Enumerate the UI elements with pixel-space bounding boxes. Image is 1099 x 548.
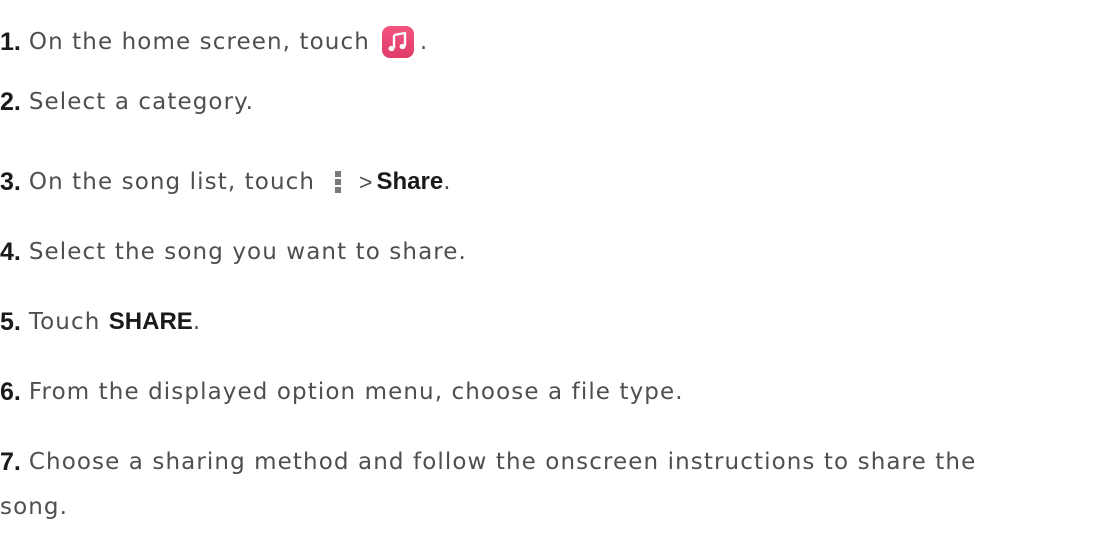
step-number: 1.	[0, 27, 21, 56]
step-text: On the home screen, touch	[28, 29, 370, 55]
step-period: .	[443, 169, 452, 195]
step-number: 5.	[0, 307, 21, 336]
more-menu-icon	[335, 171, 342, 193]
step-6: 6. From the displayed option menu, choos…	[0, 372, 684, 412]
step-text: From the displayed option menu, choose a…	[28, 379, 684, 405]
step-2: 2. Select a category.	[0, 82, 254, 122]
step-number: 4.	[0, 237, 21, 266]
share-menu-label: Share	[376, 168, 444, 195]
step-text: Choose a sharing method and follow the o…	[28, 449, 977, 475]
step-text-continuation: song.	[0, 494, 69, 520]
share-button-label: SHARE	[108, 308, 193, 335]
step-number: 6.	[0, 377, 21, 406]
step-1: 1. On the home screen, touch .	[0, 22, 428, 62]
step-7-continuation: song.	[0, 487, 68, 527]
step-text: On the song list, touch	[28, 169, 316, 195]
step-3: 3. On the song list, touch > Share .	[0, 162, 452, 202]
step-number: 7.	[0, 447, 21, 476]
step-period: .	[192, 309, 202, 335]
step-7: 7. Choose a sharing method and follow th…	[0, 442, 976, 482]
step-number: 3.	[0, 167, 21, 196]
menu-separator: >	[359, 168, 373, 195]
step-period: .	[419, 29, 429, 55]
step-text: Select the song you want to share.	[28, 239, 467, 265]
music-app-icon	[381, 26, 414, 58]
step-4: 4. Select the song you want to share.	[0, 232, 467, 272]
step-5: 5. Touch SHARE .	[0, 302, 201, 342]
step-text: Select a category.	[28, 89, 255, 115]
step-number: 2.	[0, 87, 21, 116]
step-text: Touch	[28, 309, 101, 335]
